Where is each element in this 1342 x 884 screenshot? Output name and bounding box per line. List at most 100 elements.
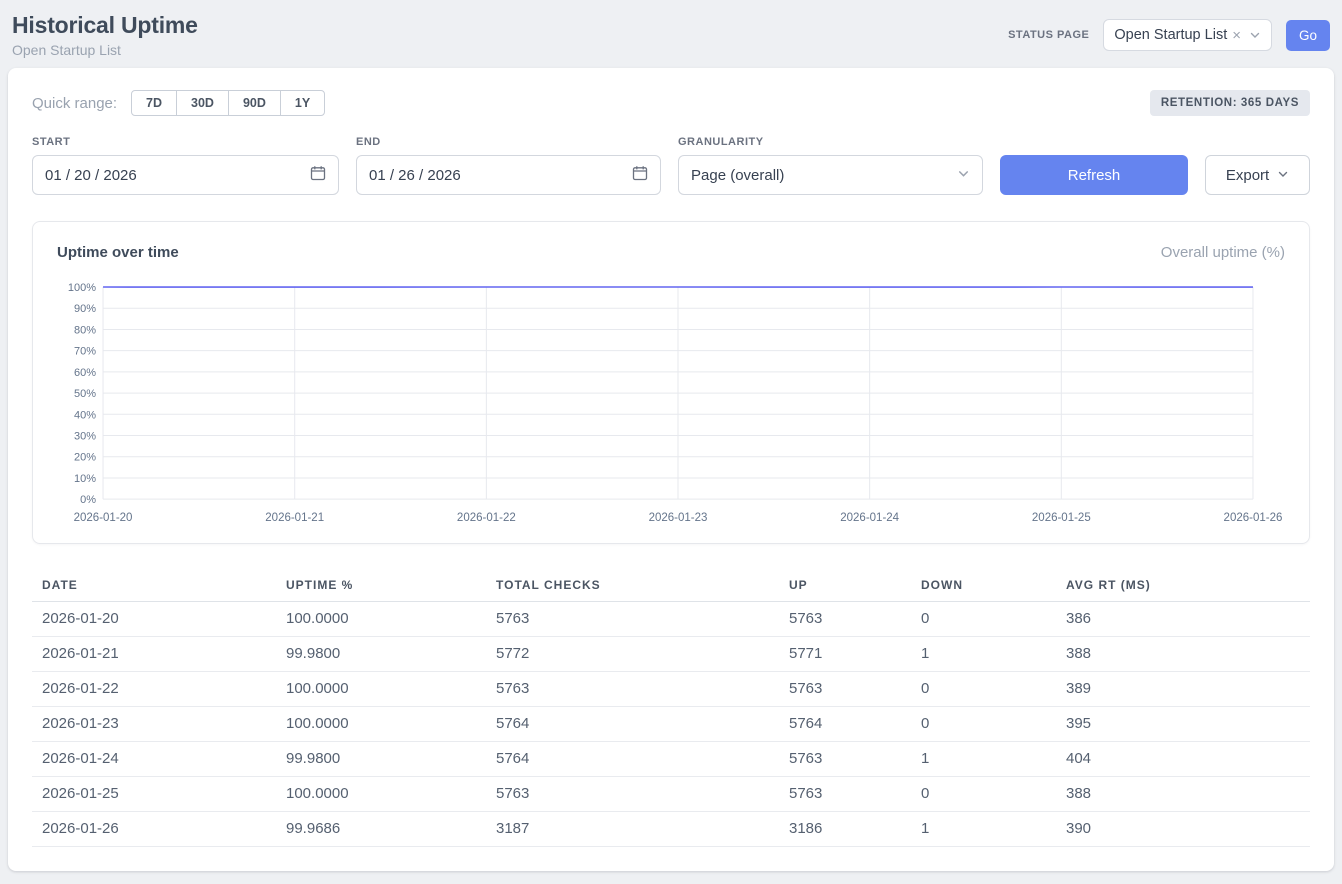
status-page-selected-value: Open Startup List [1114,27,1227,43]
quick-range-7d-button[interactable]: 7D [131,90,177,116]
svg-text:2026-01-26: 2026-01-26 [1224,512,1283,524]
table-cell: 5763 [779,602,911,637]
table-row: 2026-01-22100.0000576357630389 [32,672,1310,707]
column-header-avg-rt: AVG RT (MS) [1056,568,1310,602]
chevron-down-icon [1277,167,1289,184]
column-header-down: DOWN [911,568,1056,602]
table-cell: 2026-01-26 [32,812,276,847]
start-date-input[interactable]: 01 / 20 / 2026 [32,155,339,195]
svg-text:50%: 50% [74,388,96,400]
table-cell: 5763 [486,672,779,707]
svg-text:80%: 80% [74,324,96,336]
end-date-field: END 01 / 26 / 2026 [356,136,661,195]
svg-text:0%: 0% [80,494,96,506]
table-cell: 386 [1056,602,1310,637]
table-cell: 388 [1056,777,1310,812]
svg-text:40%: 40% [74,409,96,421]
svg-text:2026-01-24: 2026-01-24 [840,512,899,524]
start-date-label: START [32,136,339,148]
table-cell: 5764 [486,742,779,777]
column-header-total-checks: TOTAL CHECKS [486,568,779,602]
table-cell: 3186 [779,812,911,847]
quick-range-1y-button[interactable]: 1Y [280,90,325,116]
go-button[interactable]: Go [1286,20,1330,51]
svg-text:90%: 90% [74,303,96,315]
uptime-table: DATE UPTIME % TOTAL CHECKS UP DOWN AVG R… [32,568,1310,847]
clear-selection-icon[interactable]: × [1232,28,1241,43]
refresh-button[interactable]: Refresh [1000,155,1188,195]
table-cell: 100.0000 [276,777,486,812]
table-cell: 99.9800 [276,637,486,672]
uptime-table-head: DATE UPTIME % TOTAL CHECKS UP DOWN AVG R… [32,568,1310,602]
quick-range-90d-button[interactable]: 90D [228,90,281,116]
svg-text:2026-01-23: 2026-01-23 [649,512,708,524]
table-cell: 2026-01-24 [32,742,276,777]
table-cell: 389 [1056,672,1310,707]
table-cell: 100.0000 [276,602,486,637]
start-date-value: 01 / 20 / 2026 [45,167,137,184]
svg-text:2026-01-21: 2026-01-21 [265,512,324,524]
table-cell: 0 [911,777,1056,812]
granularity-selected-value: Page (overall) [691,167,784,184]
chevron-down-icon [957,167,970,184]
table-cell: 2026-01-22 [32,672,276,707]
title-block: Historical Uptime Open Startup List [12,12,198,58]
granularity-select[interactable]: Page (overall) [678,155,983,195]
granularity-field: GRANULARITY Page (overall) [678,136,983,195]
svg-text:2026-01-20: 2026-01-20 [74,512,133,524]
quick-range-row: Quick range: 7D 30D 90D 1Y RETENTION: 36… [32,90,1310,116]
table-cell: 5771 [779,637,911,672]
table-cell: 1 [911,812,1056,847]
table-cell: 395 [1056,707,1310,742]
table-cell: 5763 [779,777,911,812]
export-button[interactable]: Export [1205,155,1310,195]
table-cell: 2026-01-25 [32,777,276,812]
start-date-field: START 01 / 20 / 2026 [32,136,339,195]
chevron-down-icon [1249,29,1261,41]
quick-range-group: 7D 30D 90D 1Y [131,90,325,116]
granularity-label: GRANULARITY [678,136,983,148]
svg-text:70%: 70% [74,346,96,358]
chart-title: Uptime over time [57,244,179,261]
table-cell: 1 [911,637,1056,672]
end-date-value: 01 / 26 / 2026 [369,167,461,184]
table-cell: 5772 [486,637,779,672]
chart-legend: Overall uptime (%) [1161,244,1285,261]
uptime-table-wrap: DATE UPTIME % TOTAL CHECKS UP DOWN AVG R… [32,568,1310,847]
table-cell: 390 [1056,812,1310,847]
header-controls: STATUS PAGE Open Startup List × Go [1008,12,1330,51]
calendar-icon[interactable] [310,165,326,185]
status-page-select[interactable]: Open Startup List × [1103,19,1272,51]
table-cell: 100.0000 [276,707,486,742]
column-header-up: UP [779,568,911,602]
quick-range-label: Quick range: [32,95,117,112]
table-cell: 5764 [779,707,911,742]
table-row: 2026-01-2199.9800577257711388 [32,637,1310,672]
status-page-label: STATUS PAGE [1008,29,1089,41]
svg-text:2026-01-25: 2026-01-25 [1032,512,1091,524]
table-row: 2026-01-25100.0000576357630388 [32,777,1310,812]
calendar-icon[interactable] [632,165,648,185]
table-cell: 100.0000 [276,672,486,707]
column-header-date: DATE [32,568,276,602]
svg-text:2026-01-22: 2026-01-22 [457,512,516,524]
table-row: 2026-01-2699.9686318731861390 [32,812,1310,847]
table-cell: 5763 [779,672,911,707]
table-cell: 0 [911,602,1056,637]
export-button-label: Export [1226,167,1269,184]
svg-text:60%: 60% [74,367,96,379]
table-cell: 3187 [486,812,779,847]
end-date-label: END [356,136,661,148]
table-cell: 388 [1056,637,1310,672]
filter-form-row: START 01 / 20 / 2026 END 01 / 26 / 2026 [32,136,1310,195]
table-cell: 5763 [486,602,779,637]
uptime-table-body: 2026-01-20100.00005763576303862026-01-21… [32,602,1310,847]
quick-range-30d-button[interactable]: 30D [176,90,229,116]
end-date-input[interactable]: 01 / 26 / 2026 [356,155,661,195]
retention-badge: RETENTION: 365 DAYS [1150,90,1310,116]
uptime-chart-svg: 0%10%20%30%40%50%60%70%80%90%100%2026-01… [57,277,1285,529]
uptime-chart-card: Uptime over time Overall uptime (%) 0%10… [32,221,1310,544]
table-cell: 1 [911,742,1056,777]
table-cell: 404 [1056,742,1310,777]
table-cell: 5763 [486,777,779,812]
